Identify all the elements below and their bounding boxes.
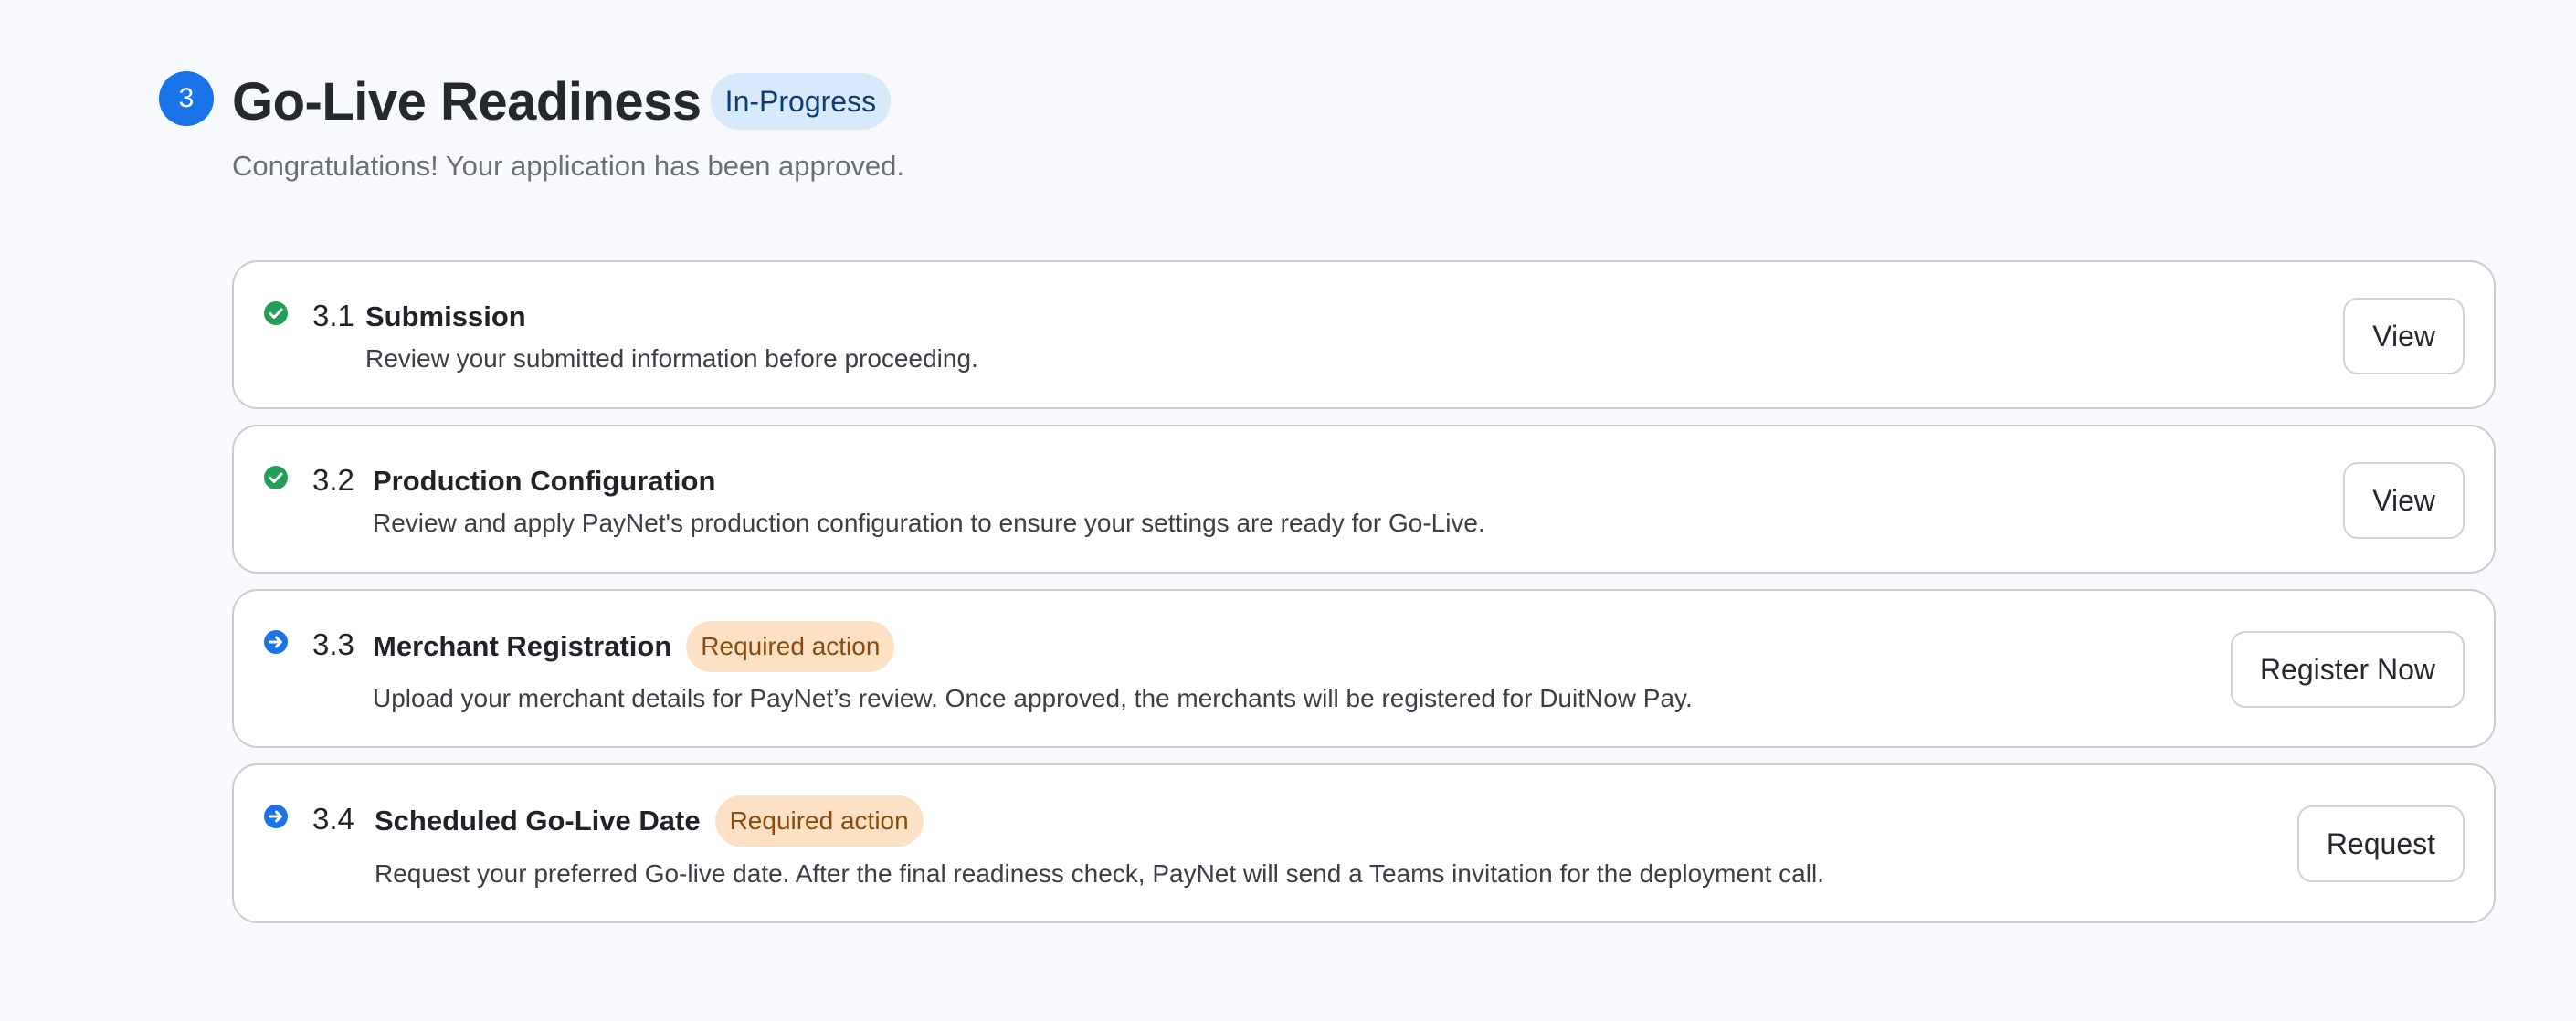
step-description: Review your submitted information before… <box>365 344 978 373</box>
step-title-row: Scheduled Go-Live Date Required action <box>375 794 924 848</box>
step-number: 3.2 <box>312 463 354 497</box>
step-title: Merchant Registration <box>373 630 672 662</box>
step-title-row: Production Configuration <box>373 461 715 501</box>
step-card-submission: 3.1 Submission Review your submitted inf… <box>232 260 2496 409</box>
register-now-button[interactable]: Register Now <box>2230 631 2465 708</box>
step-title-row: Merchant Registration Required action <box>373 619 895 674</box>
step-title: Submission <box>365 300 526 332</box>
arrow-right-circle-icon <box>264 630 288 654</box>
step-description: Upload your merchant details for PayNet’… <box>373 684 1693 712</box>
arrow-right-circle-icon <box>264 805 288 828</box>
step-card-merchant-registration: 3.3 Merchant Registration Required actio… <box>232 589 2496 748</box>
request-go-live-date-button[interactable]: Request <box>2296 805 2465 882</box>
page-title: Go-Live Readiness <box>232 71 702 132</box>
section-header: Go-Live Readiness In-Progress <box>232 71 892 132</box>
view-submission-button[interactable]: View <box>2343 298 2465 374</box>
required-action-badge: Required action <box>686 621 895 672</box>
step-title: Production Configuration <box>373 465 716 497</box>
required-action-badge: Required action <box>714 795 924 847</box>
step-indicator: 3 <box>159 71 214 126</box>
check-circle-icon <box>264 301 288 325</box>
step-number: 3 <box>178 83 195 113</box>
check-circle-icon <box>264 466 288 489</box>
step-card-scheduled-go-live-date: 3.4 Scheduled Go-Live Date Required acti… <box>232 763 2496 923</box>
step-title-row: Submission <box>365 297 526 337</box>
step-number: 3.1 <box>312 299 354 332</box>
step-description: Request your preferred Go-live date. Aft… <box>375 859 1824 888</box>
step-card-production-configuration: 3.2 Production Configuration Review and … <box>232 425 2496 574</box>
status-badge: In-Progress <box>710 73 892 130</box>
page-subtitle: Congratulations! Your application has be… <box>232 150 904 182</box>
step-number: 3.4 <box>312 802 354 836</box>
step-description: Review and apply PayNet's production con… <box>373 509 1485 537</box>
view-production-configuration-button[interactable]: View <box>2343 462 2465 539</box>
step-title: Scheduled Go-Live Date <box>375 805 701 837</box>
step-number: 3.3 <box>312 627 354 661</box>
